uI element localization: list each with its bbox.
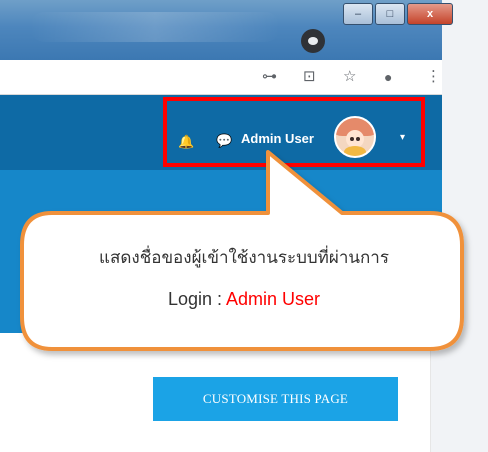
maximize-button[interactable]: □	[375, 3, 405, 25]
browser-account-icon[interactable]	[301, 29, 325, 53]
window-titlebar: – □ x	[0, 0, 453, 60]
close-button[interactable]: x	[407, 3, 453, 25]
minimize-button[interactable]: –	[343, 3, 373, 25]
callout-text-line2: Login : Admin User	[50, 289, 438, 310]
callout-login-label: Login :	[167, 289, 227, 309]
translate-icon[interactable]: ⊡	[303, 69, 316, 85]
callout-text-line1: แสดงชื่อของผู้เข้าใช้งานระบบที่ผ่านการ	[99, 248, 389, 268]
window-controls: – □ x	[343, 3, 455, 25]
content-divider	[430, 333, 431, 452]
callout-username: Admin User	[226, 289, 321, 309]
menu-icon[interactable]: ⋮	[426, 69, 441, 85]
titlebar-blur	[30, 12, 280, 42]
star-icon[interactable]: ☆	[343, 69, 356, 85]
customise-page-button[interactable]: CUSTOMISE THIS PAGE	[153, 377, 398, 421]
key-icon[interactable]: ⊶	[262, 69, 277, 85]
profile-icon[interactable]: ●	[384, 69, 392, 85]
user-menu-highlight-box	[163, 97, 425, 167]
browser-toolbar: ⊶ ⊡ ☆ ● ⋮	[0, 60, 442, 95]
